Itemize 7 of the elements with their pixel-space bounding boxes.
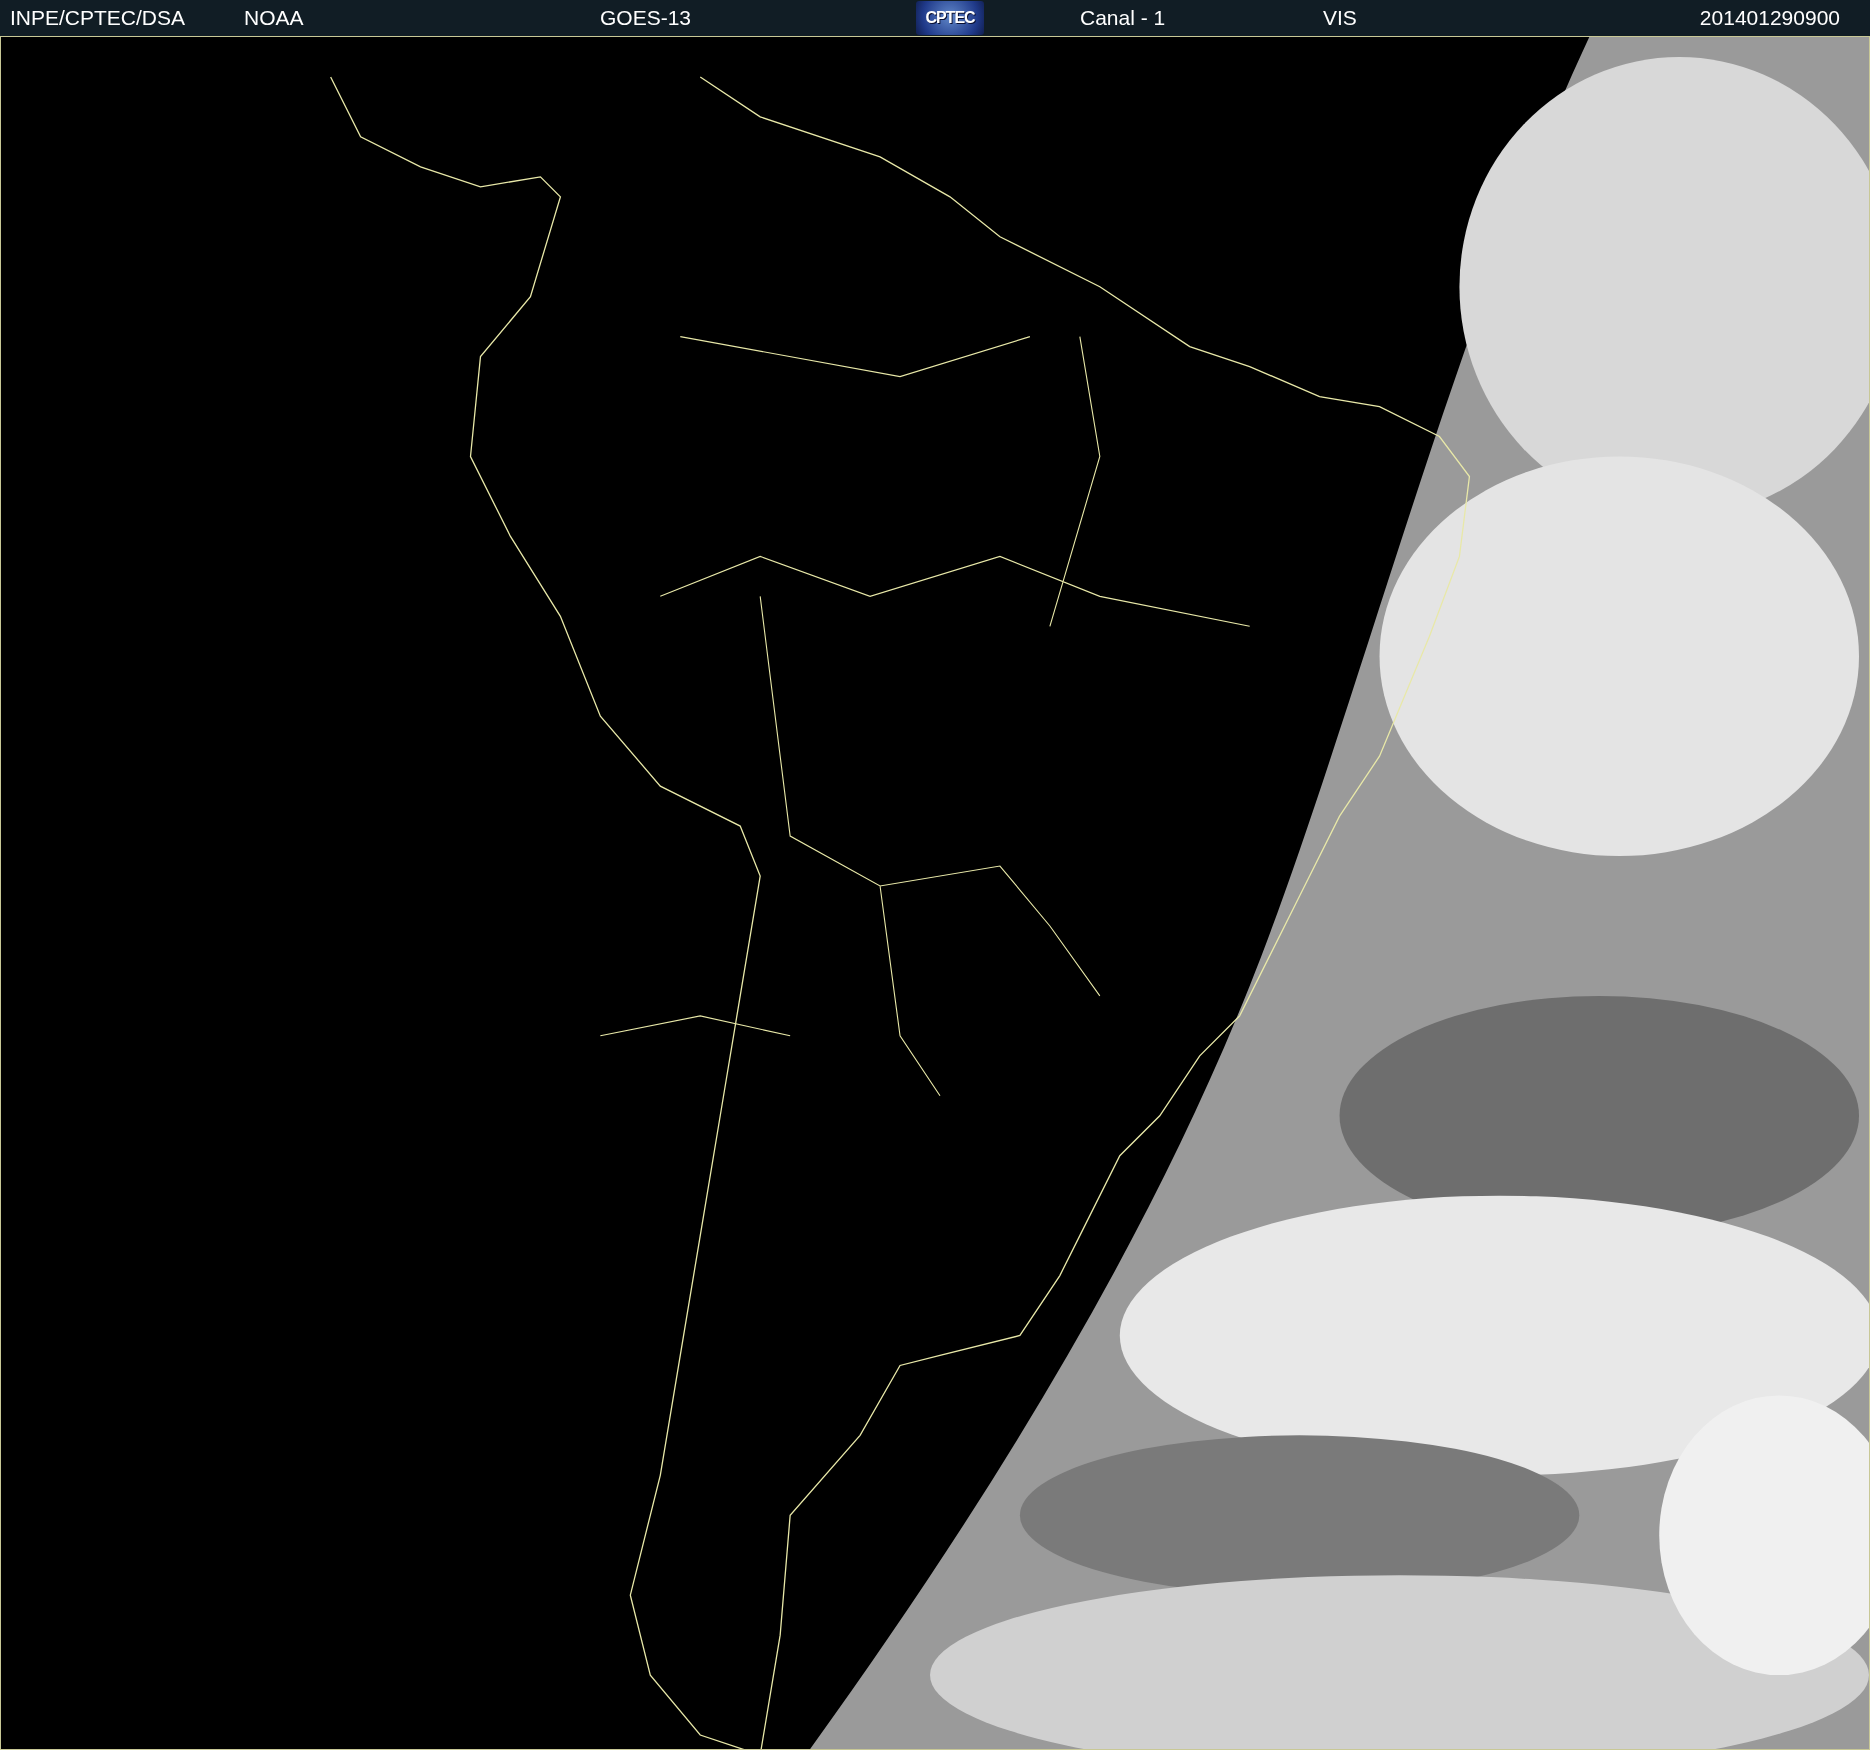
header-label: VIS [1323,6,1358,30]
header-label: NOAA [244,6,305,30]
logo: CPTEC [916,1,984,35]
header-label: INPE/CPTEC/DSA [10,6,187,30]
header-label: 201401290900 [1699,6,1840,30]
header-label: GOES-13 [600,6,693,30]
header-label: Canal - 1 [1080,6,1167,30]
